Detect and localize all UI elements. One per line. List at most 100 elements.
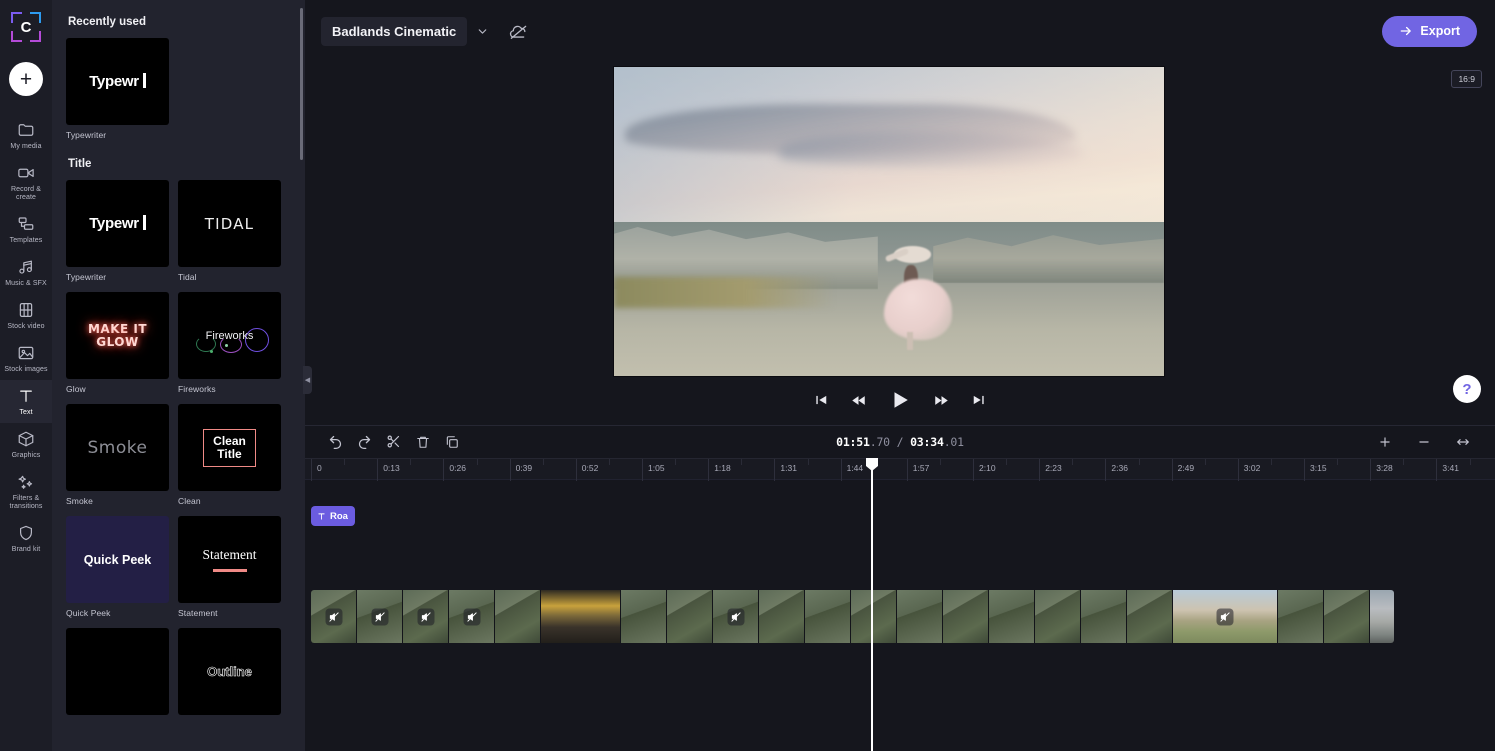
sidebar-item-label: Stock images (4, 366, 48, 373)
clip-thumbnail-frame (667, 590, 713, 643)
mute-audio-icon[interactable] (325, 608, 342, 625)
mute-audio-icon[interactable] (417, 608, 434, 625)
clip-thumbnail-frame (403, 590, 449, 643)
project-title-input[interactable]: Badlands Cinematic (321, 16, 468, 46)
title-template-card[interactable]: Clean Title Clean (178, 404, 281, 506)
play-button[interactable] (889, 389, 911, 411)
ruler-tick: 3:28 (1370, 459, 1393, 481)
card-thumbnail (66, 628, 169, 715)
mute-audio-icon[interactable] (1216, 608, 1234, 625)
aspect-ratio-badge[interactable]: 16:9 (1451, 70, 1482, 88)
clip-thumbnail-frame (943, 590, 989, 643)
card-caption: Typewriter (66, 130, 107, 140)
video-preview[interactable] (613, 66, 1165, 377)
collapse-panel-button[interactable]: ◀ (303, 366, 312, 394)
split-button[interactable] (379, 429, 408, 454)
sidebar-item-stock-images[interactable]: Stock images (0, 337, 52, 380)
sidebar-item-brand-kit[interactable]: Brand kit (0, 517, 52, 560)
panel-scroll-area[interactable]: Recently used Typewr Typewriter Title Typ… (52, 0, 305, 751)
fast-forward-button[interactable] (934, 393, 949, 408)
text-clip[interactable]: Roa (311, 506, 355, 526)
ruler-label: 3:02 (1243, 463, 1261, 473)
skip-to-start-button[interactable] (814, 393, 828, 407)
ruler-tick: 1:57 (906, 459, 929, 481)
clip-thumbnail-frame (1278, 590, 1324, 643)
sidebar-item-templates[interactable]: Templates (0, 208, 52, 251)
rewind-button[interactable] (851, 393, 866, 408)
ruler-minor-tick (807, 459, 809, 465)
card-preview-text: Clean Title (203, 428, 256, 467)
undo-button[interactable] (321, 429, 350, 454)
redo-button[interactable] (350, 429, 379, 454)
title-template-card[interactable]: Smoke Smoke (66, 404, 169, 506)
skip-to-end-button[interactable] (972, 393, 986, 407)
add-media-button[interactable]: + (9, 62, 43, 96)
ruler-tick: 1:44 (840, 459, 863, 481)
ruler-tick: 1:05 (642, 459, 665, 481)
ruler-label: 1:57 (912, 463, 930, 473)
templates-icon (17, 215, 35, 233)
ruler-minor-tick (476, 459, 478, 465)
title-template-card[interactable]: Fireworks Fireworks (178, 292, 281, 394)
zoom-fit-button[interactable] (1448, 429, 1477, 454)
total-frames: .01 (943, 434, 964, 449)
title-template-card[interactable]: Statement Statement (178, 516, 281, 618)
sidebar-item-graphics[interactable]: Graphics (0, 423, 52, 466)
ruler-label: 2:23 (1045, 463, 1062, 473)
export-button[interactable]: Export (1382, 15, 1477, 47)
sidebar-item-label: Music & SFX (5, 280, 47, 287)
zoom-in-button[interactable] (1370, 429, 1399, 454)
ruler-label: 1:05 (648, 463, 665, 473)
clip-thumbnail-frame (1035, 590, 1081, 643)
card-thumbnail: Typewr (66, 38, 169, 125)
delete-button[interactable] (408, 429, 437, 454)
ruler-minor-tick (344, 459, 346, 465)
sidebar-item-label: Record & create (11, 186, 41, 201)
title-template-card[interactable]: TIDAL Tidal (178, 180, 281, 282)
mute-audio-icon[interactable] (371, 608, 388, 625)
card-thumbnail: Quick Peek (66, 516, 169, 603)
mute-audio-icon[interactable] (463, 608, 480, 625)
title-template-card[interactable]: MAKE IT GLOW Glow (66, 292, 169, 394)
title-template-card[interactable] (66, 628, 169, 720)
ruler-minor-tick (1270, 459, 1272, 465)
video-clip[interactable] (311, 590, 1394, 643)
recent-title-card[interactable]: Typewr Typewriter (66, 38, 169, 140)
sidebar-item-music-sfx[interactable]: Music & SFX (0, 251, 52, 294)
help-button[interactable]: ? (1453, 375, 1481, 403)
sidebar-item-label: Graphics (11, 452, 41, 459)
ruler-tick: 1:31 (774, 459, 797, 481)
title-template-card[interactable]: Typewr Typewriter (66, 180, 169, 282)
card-preview-text: TIDAL (204, 214, 255, 233)
timeline-ruler[interactable]: 0 0:13 0:26 0:39 0:52 1:05 1:18 1:31 1:44 1:57 2:1… (305, 458, 1495, 481)
card-caption: Statement (178, 608, 218, 618)
shield-icon (17, 524, 35, 542)
ruler-label: 2:36 (1111, 463, 1128, 473)
title-template-card[interactable]: Quick Peek Quick Peek (66, 516, 169, 618)
ruler-minor-tick (1403, 459, 1405, 465)
playhead[interactable] (866, 458, 878, 751)
card-preview-text: Typewr (89, 73, 146, 90)
image-icon (17, 344, 35, 362)
ruler-minor-tick (675, 459, 677, 465)
sidebar-item-text[interactable]: Text (0, 380, 52, 423)
ruler-label: 3:28 (1376, 463, 1393, 473)
card-caption: Smoke (66, 496, 93, 506)
cloud-off-icon[interactable] (509, 22, 528, 41)
sidebar-item-stock-video[interactable]: Stock video (0, 294, 52, 337)
duplicate-button[interactable] (437, 429, 466, 454)
sidebar-item-my-media[interactable]: My media (0, 114, 52, 157)
sidebar-item-label: Brand kit (11, 546, 41, 553)
recently-used-heading: Recently used (68, 16, 146, 28)
panel-scrollbar[interactable] (300, 8, 303, 160)
card-thumbnail: Clean Title (178, 404, 281, 491)
mute-audio-icon[interactable] (727, 608, 744, 625)
sidebar-item-filters-transitions[interactable]: Filters & transitions (0, 466, 52, 517)
chevron-down-icon[interactable] (476, 25, 489, 38)
left-nav-rail: C + My media Record & create Templates Musi… (0, 0, 52, 751)
title-template-card[interactable]: Outline (178, 628, 281, 720)
sidebar-item-record-create[interactable]: Record & create (0, 157, 52, 208)
clip-thumbnail-frame (713, 590, 759, 643)
card-thumbnail: Statement (178, 516, 281, 603)
zoom-out-button[interactable] (1409, 429, 1438, 454)
